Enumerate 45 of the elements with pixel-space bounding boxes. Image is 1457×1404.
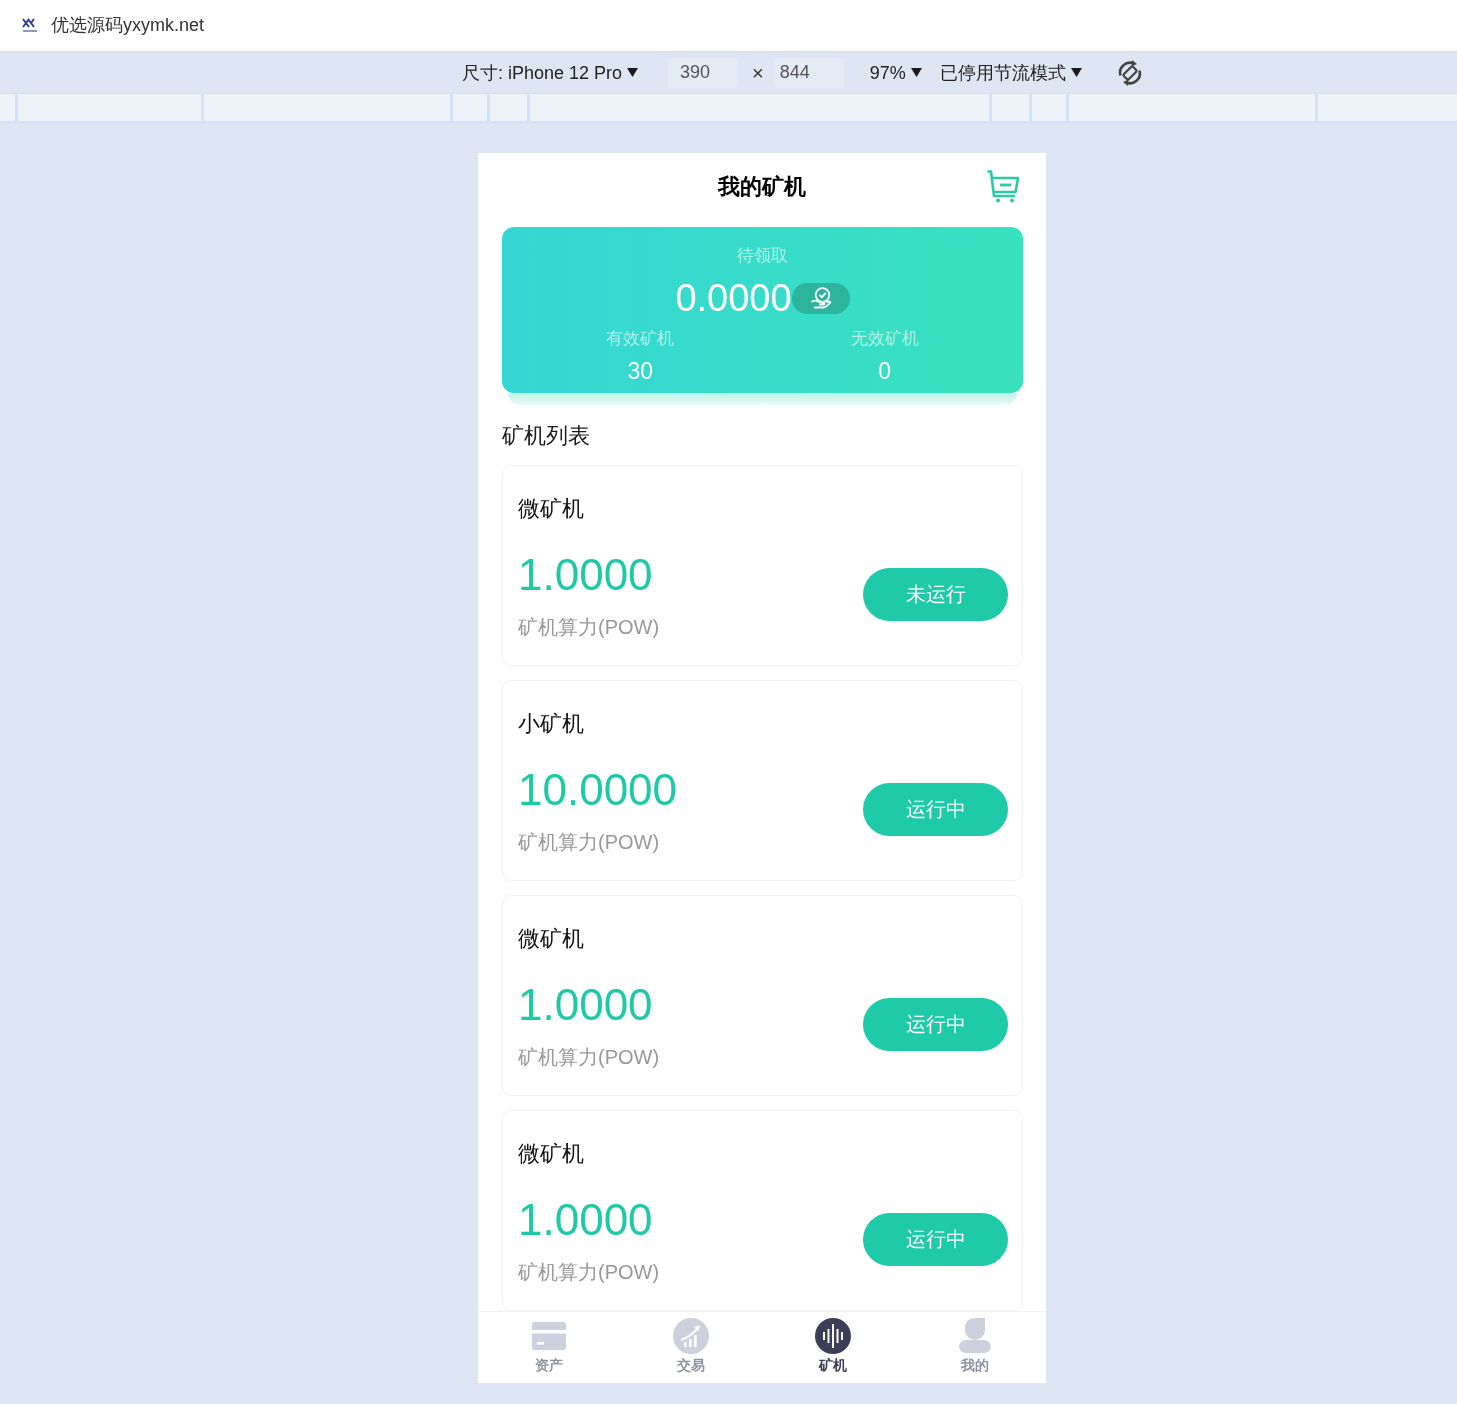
hand-check-icon	[808, 286, 833, 310]
caret-icon	[627, 68, 639, 77]
status-button[interactable]: 运行中	[863, 782, 1008, 836]
miner-name: 微矿机	[518, 1140, 585, 1168]
person-icon	[957, 1318, 993, 1354]
tab-title: 优选源码yxymk.net	[51, 14, 205, 37]
chart-icon	[673, 1318, 709, 1354]
tab-bar-item[interactable]: 矿机	[762, 1312, 904, 1383]
hashrate-value: 1.0000	[518, 979, 654, 1031]
zoom-dropdown[interactable]: 97%	[869, 63, 922, 82]
stat-value: 30	[626, 357, 655, 386]
stat-label: 无效矿机	[849, 328, 920, 350]
caret-icon	[1070, 68, 1082, 77]
status-button[interactable]: 运行中	[863, 1212, 1008, 1266]
dimension-separator: ×	[752, 60, 764, 86]
miner-name: 微矿机	[518, 925, 585, 953]
miner-name: 小矿机	[518, 710, 585, 738]
height-field[interactable]: 844	[773, 57, 844, 88]
pending-label: 待领取	[736, 245, 789, 267]
page-title: 我的矿机	[718, 172, 806, 201]
hashrate-value: 10.0000	[518, 764, 678, 816]
hashrate-value: 1.0000	[518, 1194, 654, 1246]
tab-bar-item[interactable]: 资产	[478, 1312, 620, 1383]
miner-name: 微矿机	[518, 495, 585, 523]
throttling-dropdown[interactable]: 已停用节流模式	[939, 63, 1082, 82]
stat-value: 0	[877, 357, 893, 386]
status-button[interactable]: 未运行	[863, 567, 1008, 621]
tab-bar-item[interactable]: 交易	[620, 1312, 762, 1383]
claim-button[interactable]	[791, 282, 850, 314]
hashrate-label: 矿机算力(POW)	[518, 1045, 660, 1070]
pending-amount: 0.0000	[675, 276, 792, 320]
status-button[interactable]: 运行中	[863, 997, 1008, 1051]
cart-icon[interactable]	[986, 169, 1020, 203]
width-field[interactable]: 390	[668, 57, 739, 88]
hashrate-label: 矿机算力(POW)	[518, 615, 660, 640]
caret-icon	[910, 68, 922, 77]
logo-icon	[22, 17, 38, 34]
tab-bar-item[interactable]: 我的	[904, 1312, 1046, 1383]
section-title: 矿机列表	[502, 423, 591, 449]
hashrate-label: 矿机算力(POW)	[518, 830, 661, 855]
hashrate-label: 矿机算力(POW)	[518, 1260, 660, 1285]
device-dropdown[interactable]: 尺寸: iPhone 12 Pro	[462, 63, 639, 82]
waveform-icon	[815, 1318, 851, 1354]
stat-label: 有效矿机	[605, 328, 676, 350]
hashrate-value: 1.0000	[518, 549, 654, 601]
